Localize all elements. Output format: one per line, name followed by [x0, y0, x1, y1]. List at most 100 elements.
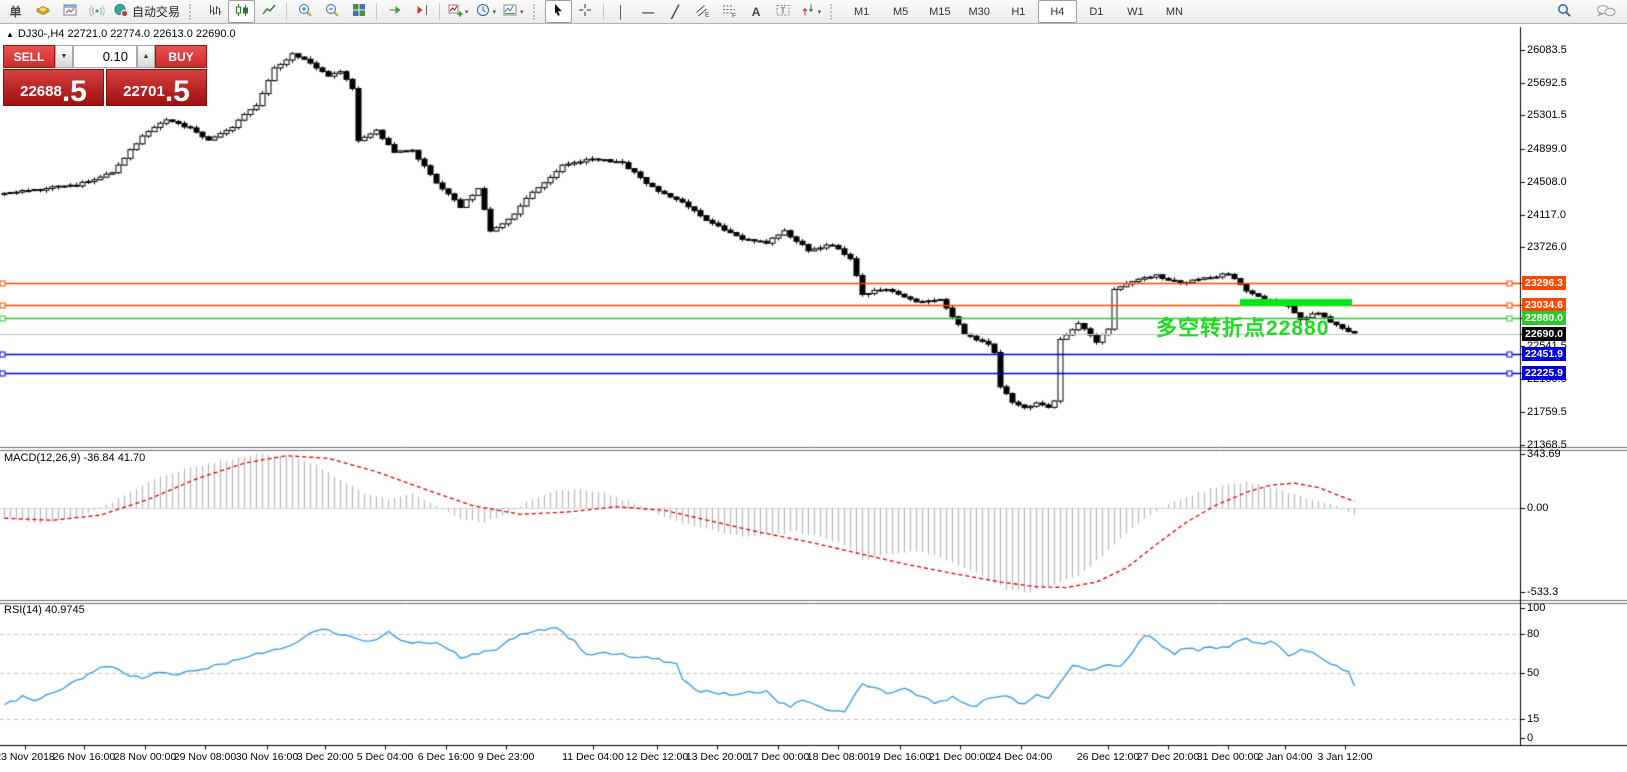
zoom-in-icon [297, 2, 313, 21]
timeframe-m15[interactable]: M15 [920, 0, 959, 23]
toolbar-separator [603, 3, 604, 20]
timeframe-mn[interactable]: MN [1155, 0, 1194, 23]
chart-annotation-text[interactable]: 多空转折点22880 [1156, 312, 1329, 342]
volume-decrease-button[interactable]: ▼ [55, 45, 73, 68]
time-axis-label: 28 Nov 00:00 [114, 751, 176, 763]
rsi-label: RSI(14) 40.9745 [4, 604, 85, 616]
timeframe-w1[interactable]: W1 [1116, 0, 1155, 23]
ask-price-main: 22701 [123, 84, 165, 99]
crosshair-icon [577, 2, 593, 21]
timeframe-m5[interactable]: M5 [881, 0, 920, 23]
timeframe-d1[interactable]: D1 [1077, 0, 1116, 23]
time-axis-label: 11 Dec 04:00 [562, 751, 624, 763]
price-axis-tick: 24508.0 [1527, 176, 1567, 188]
macd-axis-tick: 343.69 [1527, 448, 1561, 460]
vertical-line-button[interactable]: │ [608, 0, 635, 23]
price-axis-tick: 23726.0 [1527, 241, 1567, 253]
search-button[interactable] [1551, 1, 1578, 24]
bid-price-main: 22688 [20, 84, 62, 99]
equidistant-channel-icon: E [694, 2, 710, 21]
signals-button[interactable] [83, 0, 110, 23]
text-label-icon: T [775, 2, 791, 21]
timeframe-m1[interactable]: M1 [842, 0, 881, 23]
horizontal-line-icon: — [642, 5, 654, 19]
ask-price-box[interactable]: 22701 .5 [106, 69, 207, 106]
order-history-button[interactable] [29, 0, 56, 23]
auto-trading-icon [113, 2, 129, 21]
indicators-icon [447, 2, 463, 21]
time-axis-label: 23 Nov 2018 [0, 751, 55, 763]
templates-button[interactable]: ▾ [499, 0, 527, 23]
chart-shift-button[interactable] [408, 0, 435, 23]
sell-button[interactable]: SELL [3, 45, 55, 68]
periods-icon [475, 2, 491, 21]
time-axis-label: 31 Dec 00:00 [1197, 751, 1259, 763]
tile-windows-button[interactable] [345, 0, 372, 23]
price-axis-tick: 26083.5 [1527, 44, 1567, 56]
indicators-dropdown-icon[interactable]: ▾ [465, 8, 469, 16]
volume-increase-button[interactable]: ▲ [137, 45, 155, 68]
toolbar-grip [533, 4, 541, 20]
indicators-button[interactable]: ▾ [444, 0, 472, 23]
crosshair-button[interactable] [572, 0, 599, 23]
community-chat-button[interactable] [1592, 1, 1619, 24]
time-axis-label: 29 Nov 08:00 [174, 751, 236, 763]
timeframe-h4[interactable]: H4 [1038, 0, 1077, 23]
arrows-button[interactable]: ▾ [797, 0, 825, 23]
line-chart-button[interactable] [255, 0, 282, 23]
bid-price-fraction: .5 [62, 79, 87, 105]
mt4-window: 单自动交易▾▾▾│—╱EFAT▾M1M5M15M30H1H4D1W1MN ▲ D… [0, 0, 1627, 772]
bid-price-box[interactable]: 22688 .5 [3, 69, 104, 106]
bar-chart-icon [207, 2, 223, 21]
equidistant-channel-button[interactable]: E [689, 0, 716, 23]
zoom-out-button[interactable] [318, 0, 345, 23]
trendline-button[interactable]: ╱ [662, 0, 689, 23]
time-axis-label: 26 Nov 16:00 [53, 751, 115, 763]
macd-axis-tick: 0.00 [1527, 502, 1548, 514]
new-chart-button[interactable] [56, 0, 83, 23]
arrows-icon [800, 2, 816, 21]
line-chart-icon [261, 2, 277, 21]
text-button[interactable]: A [743, 0, 770, 23]
periods-button[interactable]: ▾ [472, 0, 500, 23]
rsi-axis-tick: 0 [1527, 732, 1533, 744]
tile-windows-icon [351, 2, 367, 21]
trade-row-prices: 22688 .5 22701 .5 [3, 69, 207, 106]
templates-dropdown-icon[interactable]: ▾ [520, 8, 524, 16]
zoom-in-button[interactable] [291, 0, 318, 23]
horizontal-line-button[interactable]: — [635, 0, 662, 23]
bar-chart-button[interactable] [201, 0, 228, 23]
vertical-line-icon: │ [617, 5, 625, 19]
toolbar-grip [830, 4, 838, 20]
collapse-panel-icon[interactable]: ▲ [6, 30, 14, 39]
fibonacci-button[interactable]: F [716, 0, 743, 23]
timeframe-h1[interactable]: H1 [999, 0, 1038, 23]
text-label-button[interactable]: T [770, 0, 797, 23]
time-axis-label: 3 Dec 20:00 [297, 751, 354, 763]
auto-trading-label: 自动交易 [132, 3, 180, 20]
cursor-button[interactable] [545, 0, 572, 23]
new-chart-icon [62, 2, 78, 21]
search-icon [1556, 2, 1573, 22]
price-level-badge: 22451.9 [1522, 347, 1566, 361]
time-axis-label: 17 Dec 00:00 [747, 751, 809, 763]
volume-input[interactable]: 0.10 [73, 45, 137, 68]
fibonacci-icon: F [721, 2, 737, 21]
periods-dropdown-icon[interactable]: ▾ [493, 8, 497, 16]
candlestick-chart-button[interactable] [228, 0, 255, 23]
auto-trading-button[interactable]: 自动交易 [110, 0, 183, 23]
buy-button[interactable]: BUY [155, 45, 207, 68]
timeframe-m30[interactable]: M30 [959, 0, 998, 23]
svg-text:T: T [781, 7, 786, 16]
time-axis-label: 5 Dec 04:00 [357, 751, 414, 763]
chart-canvas[interactable] [0, 0, 1627, 772]
new-order-button[interactable]: 单 [2, 0, 29, 23]
time-axis-label: 18 Dec 08:00 [807, 751, 869, 763]
arrows-dropdown-icon[interactable]: ▾ [818, 8, 822, 16]
time-axis-label: 9 Dec 23:00 [478, 751, 535, 763]
trendline-icon: ╱ [671, 5, 678, 19]
toolbar-separator [286, 3, 287, 20]
price-level-badge: 23034.6 [1522, 298, 1566, 312]
price-level-badge: 22690.0 [1522, 327, 1566, 341]
auto-scroll-button[interactable] [381, 0, 408, 23]
